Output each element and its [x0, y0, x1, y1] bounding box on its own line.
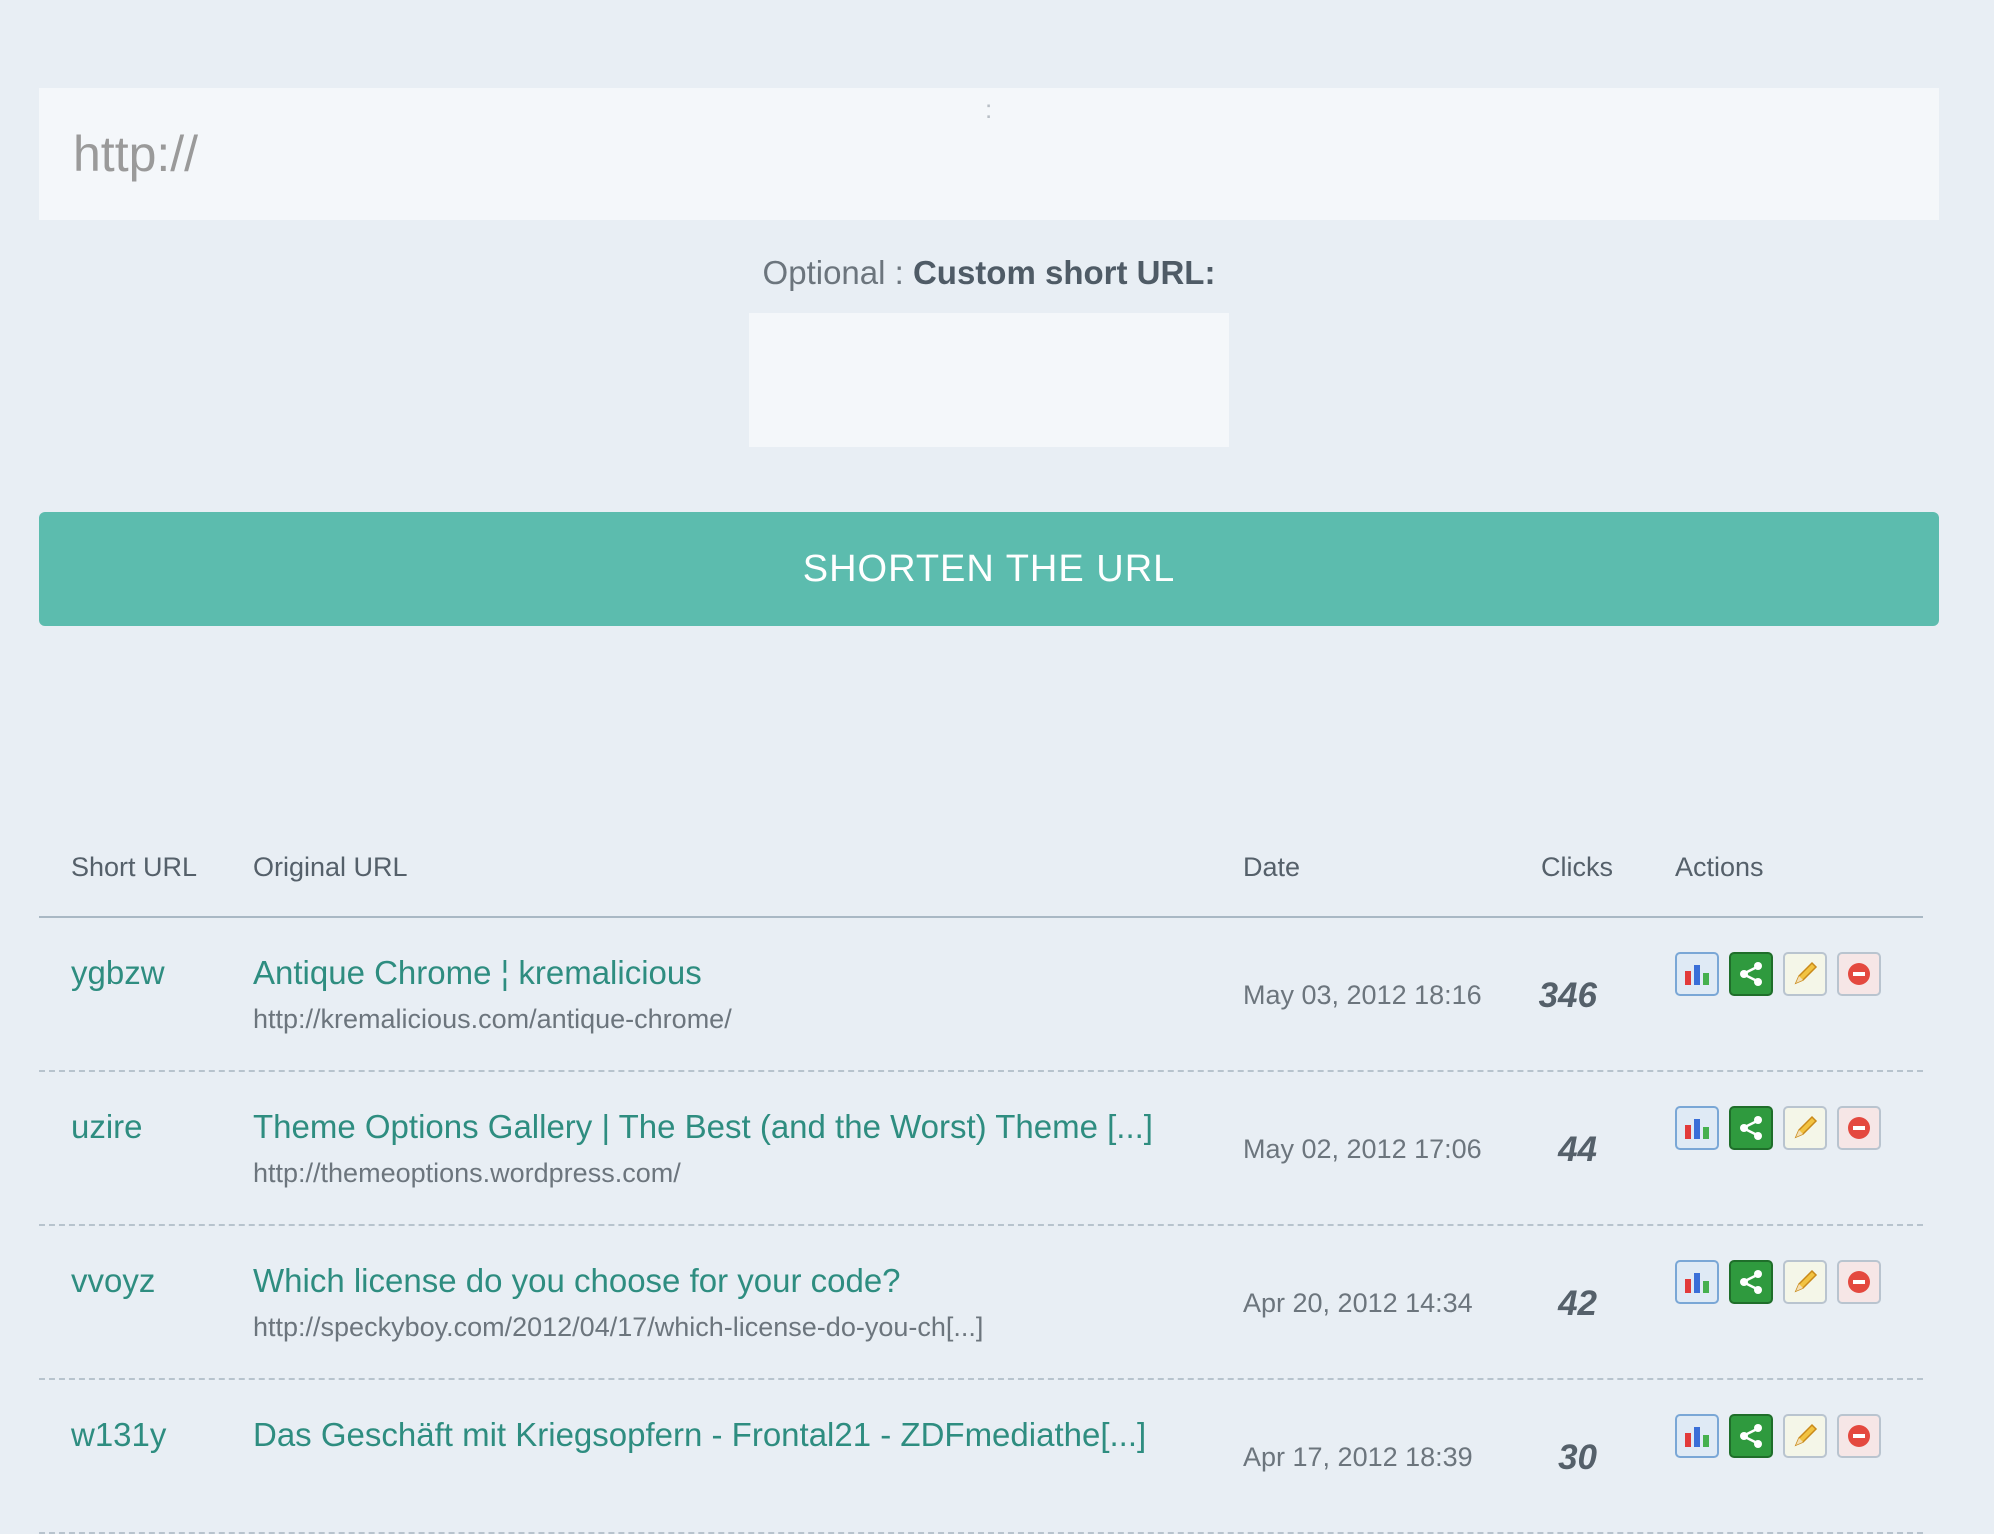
original-title-link[interactable]: Which license do you choose for your cod…: [253, 1262, 901, 1300]
clicks: 346: [1538, 976, 1597, 1015]
original-title-link[interactable]: Theme Options Gallery | The Best (and th…: [253, 1108, 1153, 1146]
custom-url-label-main: Custom short URL:: [912, 254, 1216, 291]
original-title-link[interactable]: Antique Chrome ¦ kremalicious: [253, 954, 702, 992]
original-url: http://kremalicious.com/antique-chrome/: [253, 1004, 732, 1034]
row-actions: [1675, 952, 1881, 996]
share-icon[interactable]: [1729, 1106, 1773, 1150]
delete-icon[interactable]: [1837, 1260, 1881, 1304]
header-short-url: Short URL: [71, 852, 198, 882]
pencil-icon[interactable]: [1783, 952, 1827, 996]
resize-handle: :: [985, 94, 993, 124]
row-actions: [1675, 1260, 1881, 1304]
bar-chart-icon[interactable]: [1675, 1260, 1719, 1304]
table-row: uzire Theme Options Gallery | The Best (…: [39, 1072, 1923, 1226]
original-url: http://speckyboy.com/2012/04/17/which-li…: [253, 1312, 984, 1342]
date: May 02, 2012 17:06: [1243, 1134, 1482, 1164]
table-header: Short URL Original URL Date Clicks Actio…: [39, 820, 1923, 918]
header-original-url: Original URL: [253, 852, 408, 882]
table-row: vvoyz Which license do you choose for yo…: [39, 1226, 1923, 1380]
share-icon[interactable]: [1729, 952, 1773, 996]
row-actions: [1675, 1106, 1881, 1150]
header-date: Date: [1243, 852, 1301, 882]
short-url-link[interactable]: ygbzw: [71, 954, 165, 992]
clicks: 30: [1558, 1438, 1597, 1477]
clicks: 44: [1558, 1130, 1597, 1169]
delete-icon[interactable]: [1837, 952, 1881, 996]
short-url-link[interactable]: w131y: [71, 1416, 166, 1454]
date: Apr 20, 2012 14:34: [1243, 1288, 1473, 1318]
delete-icon[interactable]: [1837, 1414, 1881, 1458]
bar-chart-icon[interactable]: [1675, 1414, 1719, 1458]
original-url: http://themeoptions.wordpress.com/: [253, 1158, 681, 1188]
pencil-icon[interactable]: [1783, 1260, 1827, 1304]
table-row: ygbzw Antique Chrome ¦ kremalicious http…: [39, 918, 1923, 1072]
custom-url-label: Optional : Custom short URL:: [0, 254, 1978, 292]
date: Apr 17, 2012 18:39: [1243, 1442, 1473, 1472]
short-url-link[interactable]: vvoyz: [71, 1262, 155, 1300]
clicks: 42: [1558, 1284, 1597, 1323]
row-actions: [1675, 1414, 1881, 1458]
pencil-icon[interactable]: [1783, 1414, 1827, 1458]
delete-icon[interactable]: [1837, 1106, 1881, 1150]
short-url-link[interactable]: uzire: [71, 1108, 143, 1146]
share-icon[interactable]: [1729, 1260, 1773, 1304]
share-icon[interactable]: [1729, 1414, 1773, 1458]
bar-chart-icon[interactable]: [1675, 1106, 1719, 1150]
bar-chart-icon[interactable]: [1675, 952, 1719, 996]
original-title-link[interactable]: Das Geschäft mit Kriegsopfern - Frontal2…: [253, 1416, 1146, 1454]
custom-url-input[interactable]: [749, 313, 1229, 447]
pencil-icon[interactable]: [1783, 1106, 1827, 1150]
header-actions: Actions: [1675, 852, 1764, 882]
table-row: w131y Das Geschäft mit Kriegsopfern - Fr…: [39, 1380, 1923, 1534]
header-clicks: Clicks: [1541, 852, 1613, 882]
date: May 03, 2012 18:16: [1243, 980, 1482, 1010]
url-table: Short URL Original URL Date Clicks Actio…: [39, 820, 1923, 1534]
shorten-button[interactable]: SHORTEN THE URL: [39, 512, 1939, 626]
custom-url-label-optional: Optional :: [762, 254, 904, 291]
